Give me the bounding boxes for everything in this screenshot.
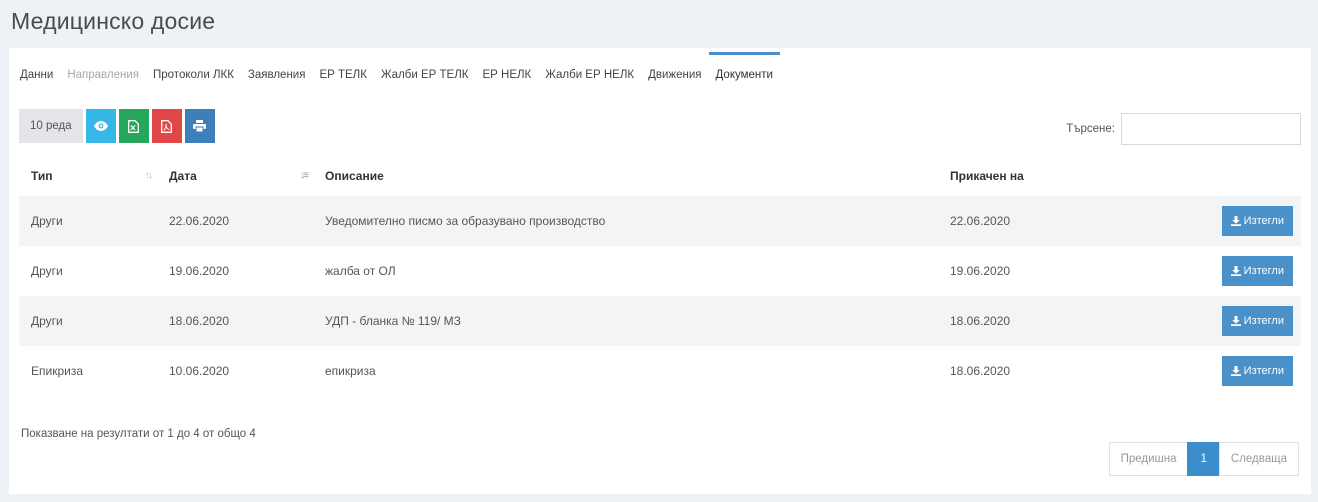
table-row: Други 18.06.2020 УДП - бланка № 119/ МЗ … [19,296,1301,346]
sort-desc-icon: ↓≡ [300,170,309,181]
cell-actions: Изтегли [1188,246,1301,296]
table-row: Епикриза 10.06.2020 епикриза 18.06.2020 … [19,346,1301,396]
tab-referrals: Направления [67,69,139,81]
cell-description: жалба от ОЛ [325,264,396,278]
column-visibility-button[interactable] [85,109,116,143]
cell-description: епикриза [325,364,376,378]
tab-er-telk[interactable]: ЕР ТЕЛК [312,52,373,96]
cell-attached: 22.06.2020 [938,196,1188,246]
tab-applications[interactable]: Заявления [241,52,313,96]
download-button[interactable]: Изтегли [1221,256,1293,286]
export-pdf-button[interactable] [151,109,182,143]
tab-er-telk-appeals[interactable]: Жалби ЕР ТЕЛК [374,52,476,96]
tab-movements[interactable]: Движения [641,52,708,96]
cell-attached: 18.06.2020 [950,364,1011,378]
cell-attached: 19.06.2020 [950,264,1011,278]
pdf-icon [161,119,173,133]
eye-icon [93,121,108,131]
header-description[interactable]: Описание [313,156,938,196]
cell-attached: 18.06.2020 [938,296,1188,346]
cell-description: Уведомително писмо за образувано произво… [313,196,938,246]
cell-date: 10.06.2020 [169,364,230,378]
page-1-button[interactable]: 1 [1187,442,1220,476]
table-row: Други 22.06.2020 Уведомително писмо за о… [19,196,1301,246]
pagination: Предишна 1 Следваща [1108,442,1299,476]
header-date[interactable]: Дата ↓≡ [157,156,313,196]
cell-description: УДП - бланка № 119/ МЗ [313,296,938,346]
download-button[interactable]: Изтегли [1221,306,1293,336]
next-page-button[interactable]: Следваща [1218,442,1299,476]
download-button[interactable]: Изтегли [1221,356,1293,386]
cell-type: Епикриза [31,364,84,378]
excel-icon [128,119,140,133]
cell-type: Други [19,296,157,346]
tab-data[interactable]: Данни [13,52,60,96]
tab-er-nelk[interactable]: ЕР НЕЛК [475,52,538,96]
tab-lkk-protocols[interactable]: Протоколи ЛКК [146,52,241,96]
previous-page-button[interactable]: Предишна [1108,442,1189,476]
cell-actions: Изтегли [1188,196,1301,246]
page-title: Медицинско досие [11,8,216,34]
download-icon [1230,366,1241,376]
print-button[interactable] [184,109,215,143]
documents-table: Тип ↑↓ Дата ↓≡ Описание Прикачен на Друг… [19,156,1301,396]
header-type[interactable]: Тип ↑↓ [19,156,157,196]
results-info: Показване на резултати от 1 до 4 от общо… [21,428,256,440]
cell-date: 22.06.2020 [157,196,313,246]
header-attached[interactable]: Прикачен на [938,156,1188,196]
cell-type: Други [19,196,157,246]
page-length-button[interactable]: 10 реда [19,109,83,143]
cell-type: Други [31,264,63,278]
sort-icon: ↑↓ [145,170,153,181]
search-input[interactable] [1121,113,1301,145]
download-icon [1230,316,1241,326]
export-excel-button[interactable] [118,109,149,143]
tab-documents[interactable]: Документи [708,52,780,96]
table-toolbar: 10 реда [19,109,218,143]
cell-date: 18.06.2020 [157,296,313,346]
search-box: Търсене: [1066,113,1301,145]
tab-bar: Данни Направления Протоколи ЛКК Заявлени… [9,48,1311,96]
header-actions [1188,156,1301,196]
cell-actions: Изтегли [1188,346,1301,396]
download-icon [1230,266,1241,276]
tab-er-nelk-appeals[interactable]: Жалби ЕР НЕЛК [538,52,641,96]
download-button[interactable]: Изтегли [1221,206,1293,236]
main-panel: Данни Направления Протоколи ЛКК Заявлени… [9,48,1311,494]
table-row: Други 19.06.2020 жалба от ОЛ 19.06.2020 … [19,246,1301,296]
download-icon [1230,216,1241,226]
print-icon [193,120,207,132]
table-header-row: Тип ↑↓ Дата ↓≡ Описание Прикачен на [19,156,1301,196]
cell-actions: Изтегли [1188,296,1301,346]
cell-date: 19.06.2020 [169,264,230,278]
search-label: Търсене: [1066,123,1115,135]
